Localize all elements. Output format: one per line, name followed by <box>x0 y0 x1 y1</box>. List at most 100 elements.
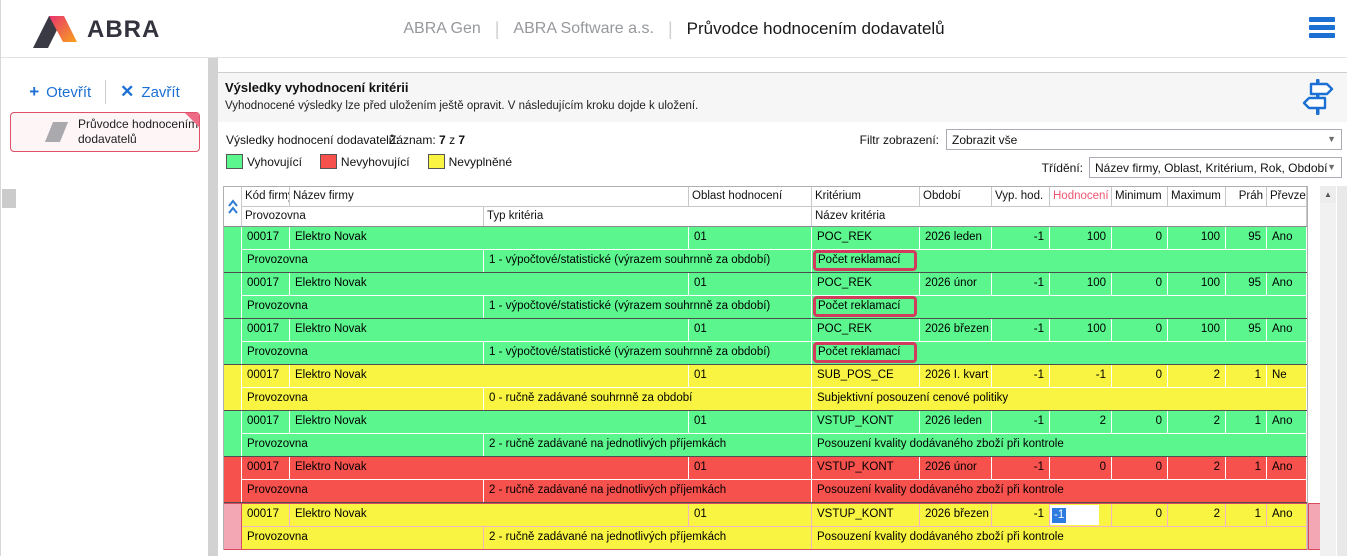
table-cell-hodnoceni[interactable]: 100 <box>1050 319 1112 341</box>
sidebar-item-wizard[interactable]: Průvodce hodnocením dodavatelů <box>10 112 200 152</box>
table-cell-typ_kriteria[interactable]: 2 - ručně zadávané na jednotlivých příje… <box>484 434 812 456</box>
table-cell-prah[interactable]: 95 <box>1226 273 1267 295</box>
col-header-provozovna[interactable]: Provozovna <box>242 207 484 226</box>
table-record[interactable]: 00017Elektro Novak01VSTUP_KONT2026 únor-… <box>224 457 1307 503</box>
table-cell-prevzeti[interactable]: Ano <box>1267 411 1307 433</box>
col-header-vyp-hod[interactable]: Vyp. hod. <box>992 187 1050 206</box>
table-cell-prevzeti[interactable]: Ano <box>1267 273 1307 295</box>
table-cell-obdobi[interactable]: 2026 I. kvart <box>920 365 992 387</box>
table-cell-nazev_kriteria[interactable]: Počet reklamací <box>812 250 1307 272</box>
table-cell-minimum[interactable]: 0 <box>1112 227 1168 249</box>
table-cell-obdobi[interactable]: 2026 březen <box>920 504 992 526</box>
col-header-obdobi[interactable]: Období <box>920 187 992 206</box>
col-header-hodnoceni[interactable]: Hodnocení <box>1050 187 1112 206</box>
table-cell-minimum[interactable]: 0 <box>1112 411 1168 433</box>
table-cell-kod[interactable]: 00017 <box>242 504 290 526</box>
table-cell-prah[interactable]: 1 <box>1226 365 1267 387</box>
vertical-scrollbar[interactable]: ▲ <box>1320 186 1336 556</box>
table-cell-vyp_hod[interactable]: -1 <box>992 227 1050 249</box>
table-row-main[interactable]: 00017Elektro Novak01SUB_POS_CE2026 I. kv… <box>242 365 1307 388</box>
table-cell-minimum[interactable]: 0 <box>1112 273 1168 295</box>
table-cell-nazev[interactable]: Elektro Novak <box>290 504 689 526</box>
table-cell-oblast[interactable]: 01 <box>689 319 812 341</box>
table-cell-kod[interactable]: 00017 <box>242 457 290 479</box>
table-cell-obdobi[interactable]: 2026 únor <box>920 457 992 479</box>
table-cell-prah[interactable]: 1 <box>1226 411 1267 433</box>
table-cell-hodnoceni[interactable]: 100 <box>1050 227 1112 249</box>
table-cell-provozovna[interactable]: Provozovna <box>242 434 484 456</box>
table-cell-typ_kriteria[interactable]: 2 - ručně zadávané na jednotlivých příje… <box>484 480 812 502</box>
table-cell-nazev_kriteria[interactable]: Počet reklamací <box>812 342 1307 364</box>
table-cell-kod[interactable]: 00017 <box>242 227 290 249</box>
table-cell-kriterium[interactable]: SUB_POS_CE <box>812 365 920 387</box>
open-button[interactable]: + Otevřít <box>29 82 91 102</box>
table-row-main[interactable]: 00017Elektro Novak01VSTUP_KONT2026 únor-… <box>242 457 1307 480</box>
table-cell-provozovna[interactable]: Provozovna <box>242 342 484 364</box>
table-cell-provozovna[interactable]: Provozovna <box>242 250 484 272</box>
table-cell-nazev_kriteria[interactable]: Subjektivní posouzení cenové politiky <box>812 388 1307 410</box>
table-cell-kriterium[interactable]: POC_REK <box>812 227 920 249</box>
table-row-detail[interactable]: Provozovna2 - ručně zadávané na jednotli… <box>242 527 1307 549</box>
table-cell-prevzeti[interactable]: Ano <box>1267 319 1307 341</box>
col-header-prah[interactable]: Práh <box>1226 187 1267 206</box>
table-cell-obdobi[interactable]: 2026 leden <box>920 411 992 433</box>
table-cell-oblast[interactable]: 01 <box>689 411 812 433</box>
table-cell-obdobi[interactable]: 2026 leden <box>920 227 992 249</box>
col-header-nazev-kriteria[interactable]: Název kritéria <box>812 207 1307 226</box>
table-cell-kriterium[interactable]: POC_REK <box>812 319 920 341</box>
table-row-main[interactable]: 00017Elektro Novak01POC_REK2026 leden-11… <box>242 227 1307 250</box>
table-cell-typ_kriteria[interactable]: 1 - výpočtové/statistické (výrazem souhr… <box>484 342 812 364</box>
table-cell-oblast[interactable]: 01 <box>689 365 812 387</box>
table-cell-prevzeti[interactable]: Ano <box>1267 227 1307 249</box>
table-cell-nazev[interactable]: Elektro Novak <box>290 227 689 249</box>
table-row-detail[interactable]: Provozovna1 - výpočtové/statistické (výr… <box>242 250 1307 272</box>
table-cell-kriterium[interactable]: VSTUP_KONT <box>812 411 920 433</box>
col-header-nazev-firmy[interactable]: Název firmy <box>290 187 689 206</box>
table-cell-nazev[interactable]: Elektro Novak <box>290 365 689 387</box>
table-cell-nazev_kriteria[interactable]: Počet reklamací <box>812 296 1307 318</box>
col-header-minimum[interactable]: Minimum <box>1112 187 1168 206</box>
table-cell-obdobi[interactable]: 2026 únor <box>920 273 992 295</box>
scroll-up-icon[interactable]: ▲ <box>1320 186 1336 203</box>
table-cell-kod[interactable]: 00017 <box>242 319 290 341</box>
col-header-maximum[interactable]: Maximum <box>1168 187 1226 206</box>
table-cell-kriterium[interactable]: POC_REK <box>812 273 920 295</box>
table-row-detail[interactable]: Provozovna2 - ručně zadávané na jednotli… <box>242 480 1307 502</box>
table-row-main[interactable]: 00017Elektro Novak01POC_REK2026 březen-1… <box>242 319 1307 342</box>
scrollbar-thumb[interactable] <box>2 189 16 208</box>
table-cell-typ_kriteria[interactable]: 0 - ručně zadávané souhrnně za období <box>484 388 812 410</box>
table-cell-provozovna[interactable]: Provozovna <box>242 480 484 502</box>
table-cell-nazev[interactable]: Elektro Novak <box>290 457 689 479</box>
table-row-detail[interactable]: Provozovna2 - ručně zadávané na jednotli… <box>242 434 1307 456</box>
table-record[interactable]: 00017Elektro Novak01POC_REK2026 březen-1… <box>224 319 1307 365</box>
table-cell-nazev[interactable]: Elektro Novak <box>290 411 689 433</box>
table-cell-typ_kriteria[interactable]: 2 - ručně zadávané na jednotlivých příje… <box>484 527 812 549</box>
table-cell-maximum[interactable]: 100 <box>1168 273 1226 295</box>
table-cell-vyp_hod[interactable]: -1 <box>992 411 1050 433</box>
table-cell-prah[interactable]: 1 <box>1226 504 1267 526</box>
col-header-prevzeti[interactable]: Převzetí <box>1267 187 1307 206</box>
table-cell-typ_kriteria[interactable]: 1 - výpočtové/statistické (výrazem souhr… <box>484 250 812 272</box>
table-cell-vyp_hod[interactable]: -1 <box>992 365 1050 387</box>
table-cell-prevzeti[interactable]: Ano <box>1267 457 1307 479</box>
table-cell-provozovna[interactable]: Provozovna <box>242 296 484 318</box>
table-cell-minimum[interactable]: 0 <box>1112 457 1168 479</box>
table-cell-hodnoceni[interactable]: -1 <box>1050 504 1112 526</box>
table-cell-prevzeti[interactable]: Ne <box>1267 365 1307 387</box>
table-cell-kriterium[interactable]: VSTUP_KONT <box>812 504 920 526</box>
table-cell-maximum[interactable]: 2 <box>1168 365 1226 387</box>
table-cell-vyp_hod[interactable]: -1 <box>992 273 1050 295</box>
table-record[interactable]: 00017Elektro Novak01POC_REK2026 leden-11… <box>224 227 1307 273</box>
filter-combobox[interactable]: Zobrazit vše ▼ <box>946 129 1342 150</box>
table-cell-oblast[interactable]: 01 <box>689 227 812 249</box>
table-cell-prah[interactable]: 95 <box>1226 319 1267 341</box>
table-cell-nazev[interactable]: Elektro Novak <box>290 273 689 295</box>
table-cell-nazev_kriteria[interactable]: Posouzení kvality dodávaného zboží při k… <box>812 480 1307 502</box>
table-cell-maximum[interactable]: 2 <box>1168 457 1226 479</box>
close-button[interactable]: ✕ Zavřít <box>120 82 180 102</box>
table-cell-vyp_hod[interactable]: -1 <box>992 319 1050 341</box>
table-cell-provozovna[interactable]: Provozovna <box>242 388 484 410</box>
table-cell-prah[interactable]: 95 <box>1226 227 1267 249</box>
table-row-main[interactable]: 00017Elektro Novak01POC_REK2026 únor-110… <box>242 273 1307 296</box>
table-cell-oblast[interactable]: 01 <box>689 273 812 295</box>
